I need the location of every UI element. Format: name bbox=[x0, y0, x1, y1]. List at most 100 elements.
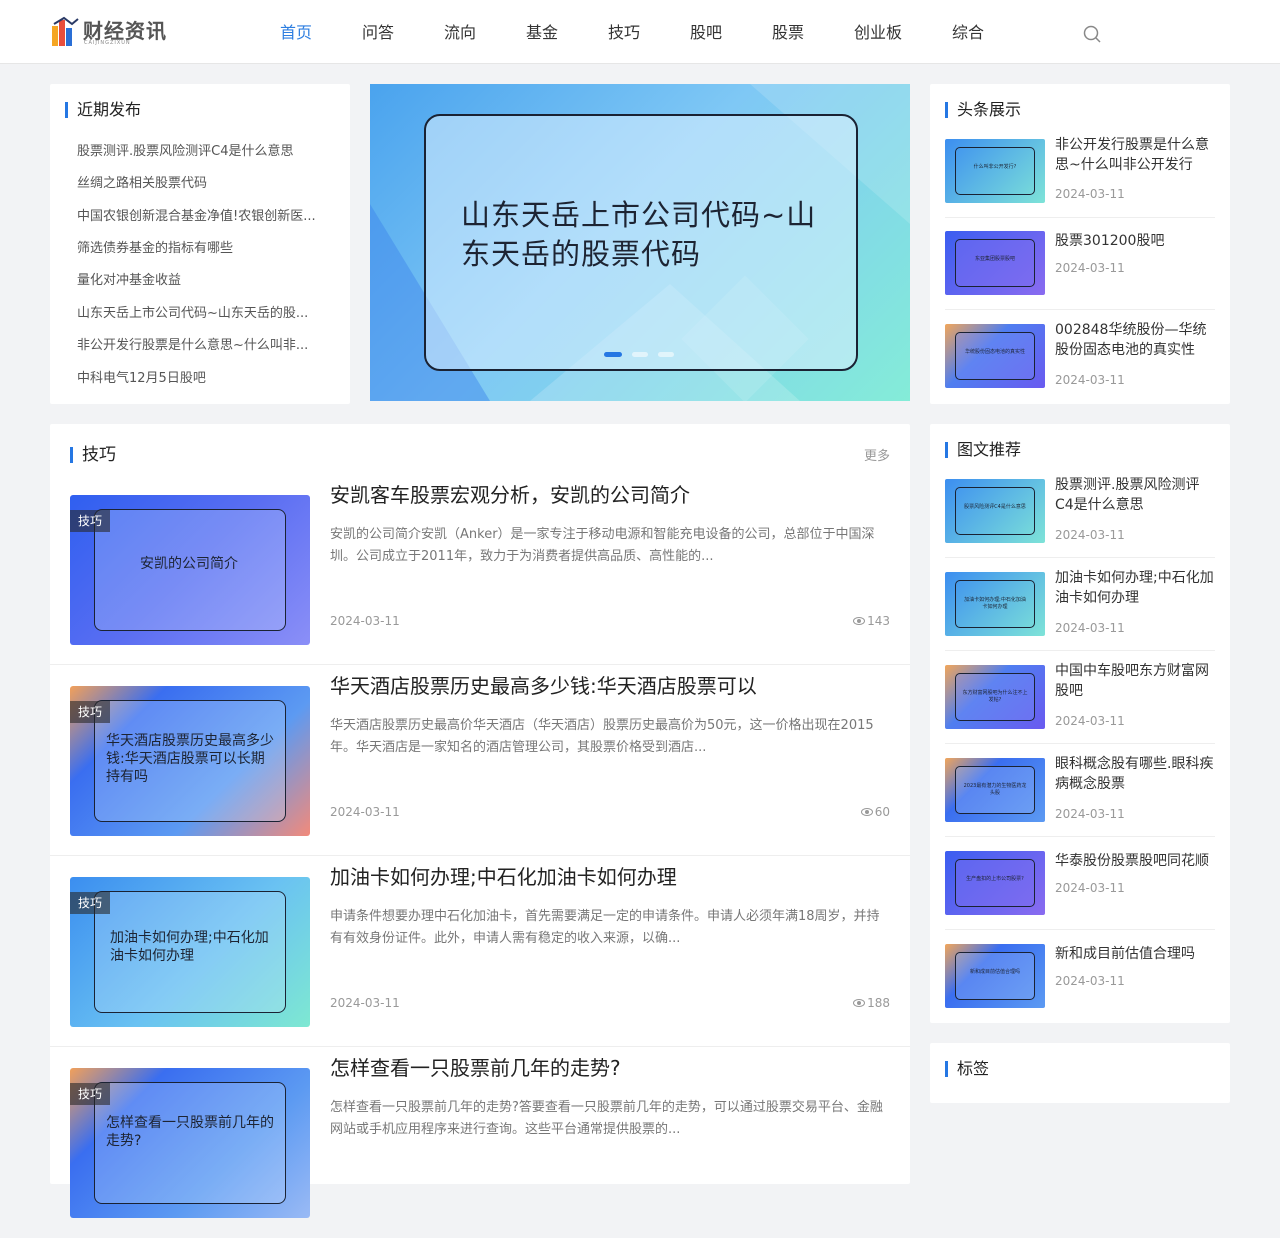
divider bbox=[945, 743, 1215, 744]
thumb-text: 股票风险测评C4是什么意思 bbox=[955, 487, 1035, 535]
pick-date: 2024-03-11 bbox=[1055, 881, 1125, 895]
pick-thumb: 生产盘扣的上市公司股票? bbox=[945, 851, 1045, 915]
nav-item-home[interactable]: 首页 bbox=[256, 0, 336, 64]
article-title[interactable]: 安凯客车股票宏观分析，安凯的公司简介 bbox=[330, 479, 690, 508]
recent-title: 近期发布 bbox=[65, 102, 141, 118]
article-thumb: 加油卡如何办理;中石化加油卡如何办理 技巧 bbox=[70, 877, 310, 1027]
pick-thumb: 股票风险测评C4是什么意思 bbox=[945, 479, 1045, 543]
nav-item-gem[interactable]: 创业板 bbox=[838, 0, 918, 64]
article-thumb: 怎样查看一只股票前几年的走势? 技巧 bbox=[70, 1068, 310, 1218]
nav-item-skills[interactable]: 技巧 bbox=[584, 0, 664, 64]
pick-item[interactable]: 新和成目前估值合理吗 新和成目前估值合理吗 2024-03-11 bbox=[945, 944, 1215, 1008]
headline-item[interactable]: 东亚集团股票股吧 股票301200股吧 2024-03-11 bbox=[945, 231, 1215, 295]
recent-item[interactable]: 丝绸之路相关股票代码 bbox=[77, 172, 339, 191]
thumb-text: 华统股份固态电池的真实性 bbox=[955, 332, 1035, 380]
view-count: 188 bbox=[867, 996, 890, 1010]
thumb-caption: 加油卡如何办理;中石化加油卡如何办理 bbox=[110, 930, 269, 964]
category-tag: 技巧 bbox=[70, 701, 111, 723]
pick-thumb: 加油卡如何办理;中石化加油卡如何办理 bbox=[945, 572, 1045, 636]
recent-item[interactable]: 股票测评.股票风险测评C4是什么意思 bbox=[77, 140, 339, 159]
nav-item-general[interactable]: 综合 bbox=[928, 0, 1008, 64]
logo-mark-icon bbox=[52, 16, 79, 46]
headline-thumb: 什么叫非公开发行? bbox=[945, 139, 1045, 203]
divider bbox=[945, 836, 1215, 837]
divider bbox=[945, 309, 1215, 310]
pick-title: 中国中车股吧东方财富网股吧 bbox=[1055, 663, 1209, 699]
divider bbox=[945, 217, 1215, 218]
article-card[interactable]: 安凯的公司简介 技巧 安凯客车股票宏观分析，安凯的公司简介 安凯的公司简介安凯（… bbox=[50, 475, 910, 665]
recent-item[interactable]: 中国农银创新混合基金净值!农银创新医... bbox=[77, 205, 339, 224]
eye-icon bbox=[860, 808, 873, 816]
recent-item[interactable]: 中科电气12月5日股吧 bbox=[77, 367, 339, 386]
eye-icon bbox=[853, 617, 866, 625]
thumb-text: 生产盘扣的上市公司股票? bbox=[955, 859, 1035, 907]
category-tag: 技巧 bbox=[70, 892, 111, 914]
skills-panel: 技巧 更多 安凯的公司简介 技巧 安凯客车股票宏观分析，安凯的公司简介 安凯的公… bbox=[50, 424, 910, 1218]
headline-title: 002848华统股份—华统股份固态电池的真实性 bbox=[1055, 322, 1207, 358]
pick-thumb: 东方财富网股吧为什么注不上发帖? bbox=[945, 665, 1045, 729]
thumb-caption: 华天酒店股票历史最高多少钱:华天酒店股票可以长期持有吗 bbox=[106, 733, 274, 785]
banner-dot[interactable] bbox=[658, 352, 674, 357]
pick-item[interactable]: 加油卡如何办理;中石化加油卡如何办理 加油卡如何办理;中石化加油卡如何办理 20… bbox=[945, 570, 1215, 636]
article-thumb: 安凯的公司简介 技巧 bbox=[70, 495, 310, 645]
tags-title: 标签 bbox=[945, 1061, 989, 1077]
pick-date: 2024-03-11 bbox=[1055, 621, 1125, 635]
banner-dot[interactable] bbox=[632, 352, 648, 357]
pick-item[interactable]: 生产盘扣的上市公司股票? 华泰股份股票股吧同花顺 2024-03-11 bbox=[945, 851, 1215, 915]
article-desc: 怎样查看一只股票前几年的走势?答要查看一只股票前几年的走势，可以通过股票交易平台… bbox=[330, 1100, 883, 1137]
headline-item[interactable]: 华统股份固态电池的真实性 002848华统股份—华统股份固态电池的真实性 202… bbox=[945, 322, 1215, 388]
nav-item-forum[interactable]: 股吧 bbox=[666, 0, 746, 64]
view-count: 143 bbox=[867, 614, 890, 628]
divider bbox=[945, 929, 1215, 930]
pick-title: 加油卡如何办理;中石化加油卡如何办理 bbox=[1055, 570, 1214, 606]
pick-title: 华泰股份股票股吧同花顺 bbox=[1055, 853, 1209, 869]
headline-item[interactable]: 什么叫非公开发行? 非公开发行股票是什么意思~什么叫非公开发行 2024-03-… bbox=[945, 137, 1215, 203]
recent-item[interactable]: 筛选债券基金的指标有哪些 bbox=[77, 237, 339, 256]
article-desc: 华天酒店股票历史最高价华天酒店（华天酒店）股票历史最高价为50元，这一价格出现在… bbox=[330, 718, 874, 755]
article-title[interactable]: 华天酒店股票历史最高多少钱:华天酒店股票可以 bbox=[330, 670, 757, 699]
article-card[interactable]: 加油卡如何办理;中石化加油卡如何办理 技巧 加油卡如何办理;中石化加油卡如何办理… bbox=[50, 857, 910, 1047]
pick-item[interactable]: 股票风险测评C4是什么意思 股票测评.股票风险测评C4是什么意思 2024-03… bbox=[945, 477, 1215, 543]
eye-icon bbox=[853, 999, 866, 1007]
banner-title: 山东天岳上市公司代码~山东天岳的股票代码 bbox=[461, 198, 817, 271]
pick-thumb: 新和成目前估值合理吗 bbox=[945, 944, 1045, 1008]
pick-date: 2024-03-11 bbox=[1055, 528, 1125, 542]
hero-banner[interactable]: 山东天岳上市公司代码~山东天岳的股票代码 bbox=[370, 84, 910, 401]
pick-title: 眼科概念股有哪些.眼科疾病概念股票 bbox=[1055, 756, 1214, 792]
pick-date: 2024-03-11 bbox=[1055, 714, 1125, 728]
article-desc: 安凯的公司简介安凯（Anker）是一家专注于移动电源和智能充电设备的公司，总部位… bbox=[330, 527, 875, 564]
article-card[interactable]: 华天酒店股票历史最高多少钱:华天酒店股票可以长期持有吗 技巧 华天酒店股票历史最… bbox=[50, 666, 910, 856]
site-logo[interactable]: 财经资讯 CAIJINGZIXUN bbox=[50, 12, 170, 52]
nav-item-stocks[interactable]: 股票 bbox=[748, 0, 828, 64]
pick-item[interactable]: 东方财富网股吧为什么注不上发帖? 中国中车股吧东方财富网股吧 2024-03-1… bbox=[945, 663, 1215, 729]
article-views: 188 bbox=[853, 996, 890, 1010]
pick-date: 2024-03-11 bbox=[1055, 974, 1125, 988]
category-tag: 技巧 bbox=[70, 510, 111, 532]
recent-item[interactable]: 量化对冲基金收益 bbox=[77, 269, 339, 288]
article-date: 2024-03-11 bbox=[330, 996, 400, 1010]
pick-item[interactable]: 2023最有潜力的生物医药龙头股 眼科概念股有哪些.眼科疾病概念股票 2024-… bbox=[945, 756, 1215, 822]
article-card[interactable]: 怎样查看一只股票前几年的走势? 技巧 怎样查看一只股票前几年的走势? 怎样查看一… bbox=[50, 1048, 910, 1238]
recent-item[interactable]: 山东天岳上市公司代码~山东天岳的股... bbox=[77, 302, 339, 321]
nav-item-qa[interactable]: 问答 bbox=[338, 0, 418, 64]
nav-item-flow[interactable]: 流向 bbox=[420, 0, 500, 64]
nav-item-fund[interactable]: 基金 bbox=[502, 0, 582, 64]
more-link[interactable]: 更多 bbox=[864, 445, 890, 464]
tags-panel: 标签 bbox=[930, 1043, 1230, 1103]
headlines-panel: 头条展示 什么叫非公开发行? 非公开发行股票是什么意思~什么叫非公开发行 202… bbox=[930, 84, 1230, 404]
recent-item[interactable]: 非公开发行股票是什么意思~什么叫非... bbox=[77, 334, 339, 353]
divider bbox=[945, 650, 1215, 651]
article-title[interactable]: 怎样查看一只股票前几年的走势? bbox=[330, 1052, 621, 1081]
pick-thumb: 2023最有潜力的生物医药龙头股 bbox=[945, 758, 1045, 822]
thumb-text: 什么叫非公开发行? bbox=[955, 147, 1035, 195]
article-desc: 申请条件想要办理中石化加油卡，首先需要满足一定的申请条件。申请人必须年满18周岁… bbox=[330, 909, 880, 946]
search-icon[interactable] bbox=[1081, 23, 1103, 45]
article-date: 2024-03-11 bbox=[330, 805, 400, 819]
picks-title: 图文推荐 bbox=[945, 442, 1021, 458]
thumb-caption: 怎样查看一只股票前几年的走势? bbox=[106, 1115, 274, 1149]
banner-dot-active[interactable] bbox=[604, 352, 622, 357]
article-views: 143 bbox=[853, 614, 890, 628]
recent-panel: 近期发布 股票测评.股票风险测评C4是什么意思 丝绸之路相关股票代码 中国农银创… bbox=[50, 84, 350, 404]
view-count: 60 bbox=[874, 805, 890, 819]
article-title[interactable]: 加油卡如何办理;中石化加油卡如何办理 bbox=[330, 861, 677, 890]
